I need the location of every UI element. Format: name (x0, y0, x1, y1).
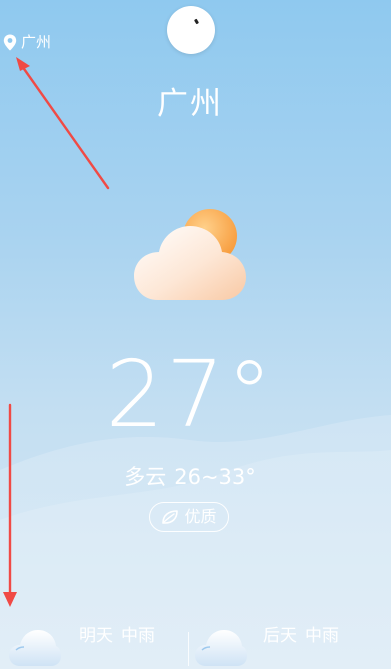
current-temperature: 27° (105, 341, 275, 448)
location-indicator[interactable]: 广州 (3, 33, 51, 51)
air-quality-label: 优质 (184, 507, 217, 526)
forecast-condition: 中雨 (305, 626, 339, 646)
forecast-day: 明天 (79, 626, 113, 646)
leaf-icon (162, 510, 179, 524)
forecast-text-day-after: 后天 中雨 (263, 625, 339, 647)
partly-cloudy-icon (134, 209, 246, 300)
rain-cloud-icon (195, 630, 247, 666)
current-condition: 多云 26~33° (0, 463, 380, 491)
weather-screen: 广州 广州 27° 多云 26~33° 优质 明天 中雨 后天 中雨 (0, 0, 391, 669)
location-label: 广州 (21, 33, 52, 51)
location-pin-icon (3, 34, 17, 50)
forecast-bar: 明天 中雨 后天 中雨 (0, 618, 391, 669)
condition-text: 多云 (124, 465, 167, 489)
forecast-condition: 中雨 (121, 626, 155, 646)
forecast-item-day-after[interactable]: 后天 中雨 (189, 618, 391, 669)
forecast-item-tomorrow[interactable]: 明天 中雨 (0, 618, 188, 669)
city-title: 广州 (157, 86, 223, 122)
rain-cloud-icon (9, 630, 61, 666)
avatar-mark (193, 18, 200, 25)
forecast-text-tomorrow: 明天 中雨 (79, 625, 155, 647)
temperature-range: 26~33° (174, 465, 256, 489)
air-quality-badge[interactable]: 优质 (149, 502, 229, 532)
avatar[interactable] (167, 6, 215, 54)
forecast-day: 后天 (263, 626, 297, 646)
